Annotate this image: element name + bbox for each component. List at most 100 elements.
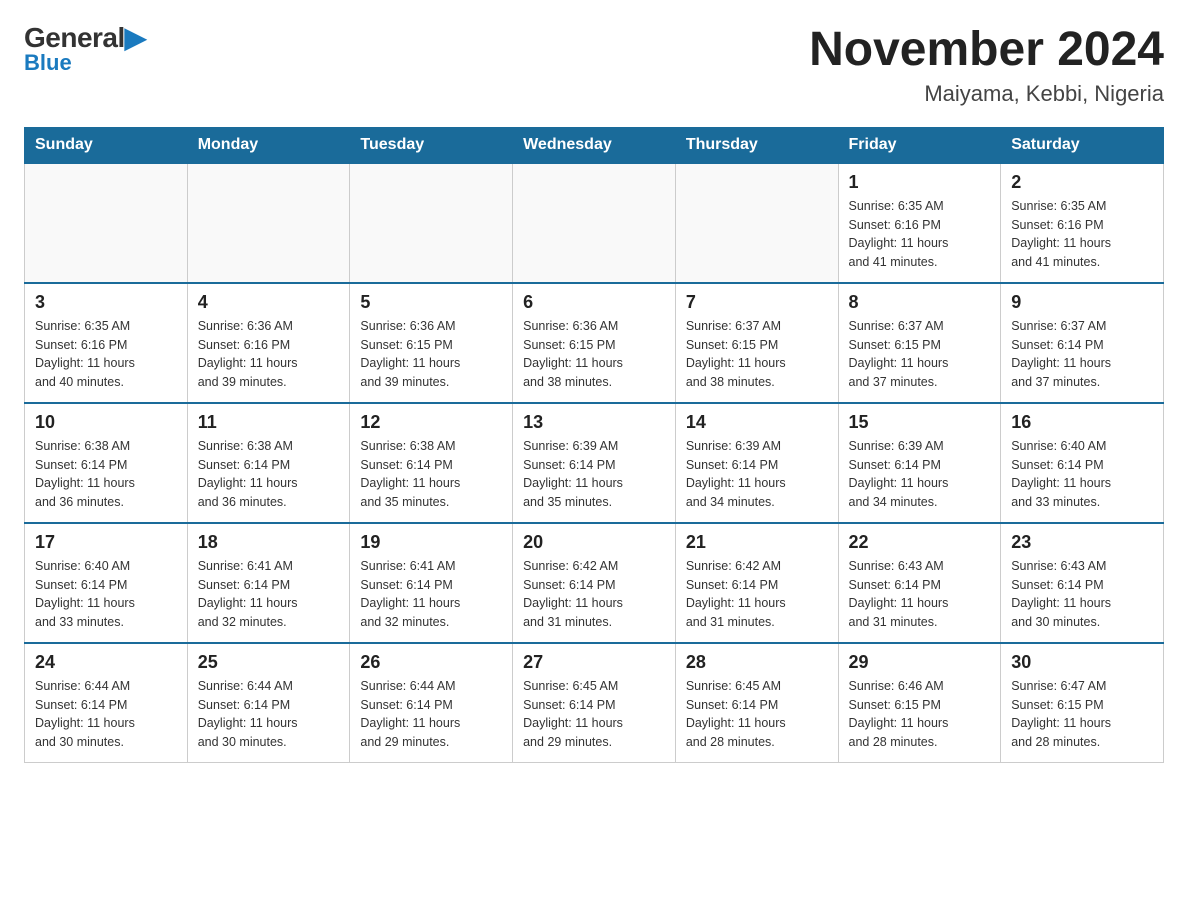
day-number: 20 bbox=[523, 532, 665, 553]
day-info: Sunrise: 6:43 AMSunset: 6:14 PMDaylight:… bbox=[1011, 557, 1153, 632]
day-info: Sunrise: 6:35 AMSunset: 6:16 PMDaylight:… bbox=[849, 197, 991, 272]
day-number: 17 bbox=[35, 532, 177, 553]
logo-general-text: General▶ bbox=[24, 24, 146, 52]
calendar-cell: 29 Sunrise: 6:46 AMSunset: 6:15 PMDayligh… bbox=[838, 643, 1001, 763]
calendar-cell: 4Sunrise: 6:36 AMSunset: 6:16 PMDaylight… bbox=[187, 283, 350, 403]
day-info: Sunrise: 6:38 AMSunset: 6:14 PMDaylight:… bbox=[198, 437, 340, 512]
day-info: Sunrise: 6:39 AMSunset: 6:14 PMDaylight:… bbox=[523, 437, 665, 512]
day-number: 21 bbox=[686, 532, 828, 553]
day-info: Sunrise: 6:39 AMSunset: 6:14 PMDaylight:… bbox=[686, 437, 828, 512]
day-number: 6 bbox=[523, 292, 665, 313]
day-number: 14 bbox=[686, 412, 828, 433]
day-info: Sunrise: 6:44 AMSunset: 6:14 PMDaylight:… bbox=[360, 677, 502, 752]
logo-triangle-icon: ▶ bbox=[125, 22, 146, 53]
day-number: 2 bbox=[1011, 172, 1153, 193]
calendar-cell: 20 Sunrise: 6:42 AMSunset: 6:14 PMDayligh… bbox=[513, 523, 676, 643]
day-info: Sunrise: 6:36 AMSunset: 6:16 PMDaylight:… bbox=[198, 317, 340, 392]
day-number: 23 bbox=[1011, 532, 1153, 553]
page-header: General▶ Blue November 2024 Maiyama, Keb… bbox=[24, 24, 1164, 107]
calendar-cell: 13 Sunrise: 6:39 AMSunset: 6:14 PMDayligh… bbox=[513, 403, 676, 523]
calendar-cell: 11 Sunrise: 6:38 AMSunset: 6:14 PMDayligh… bbox=[187, 403, 350, 523]
calendar-week-row: 17 Sunrise: 6:40 AMSunset: 6:14 PMDayligh… bbox=[25, 523, 1164, 643]
calendar-cell: 1 Sunrise: 6:35 AMSunset: 6:16 PMDaylight… bbox=[838, 163, 1001, 283]
day-info: Sunrise: 6:46 AMSunset: 6:15 PMDaylight:… bbox=[849, 677, 991, 752]
day-info: Sunrise: 6:39 AMSunset: 6:14 PMDaylight:… bbox=[849, 437, 991, 512]
day-number: 10 bbox=[35, 412, 177, 433]
calendar-cell bbox=[187, 163, 350, 283]
calendar-cell: 18 Sunrise: 6:41 AMSunset: 6:14 PMDayligh… bbox=[187, 523, 350, 643]
calendar-cell: 2 Sunrise: 6:35 AMSunset: 6:16 PMDaylight… bbox=[1001, 163, 1164, 283]
calendar-week-row: 1 Sunrise: 6:35 AMSunset: 6:16 PMDaylight… bbox=[25, 163, 1164, 283]
day-header-friday: Friday bbox=[838, 127, 1001, 163]
day-info: Sunrise: 6:47 AMSunset: 6:15 PMDaylight:… bbox=[1011, 677, 1153, 752]
day-info: Sunrise: 6:44 AMSunset: 6:14 PMDaylight:… bbox=[198, 677, 340, 752]
calendar-cell: 24Sunrise: 6:44 AMSunset: 6:14 PMDayligh… bbox=[25, 643, 188, 763]
logo: General▶ Blue bbox=[24, 24, 146, 76]
calendar-cell: 7Sunrise: 6:37 AMSunset: 6:15 PMDaylight… bbox=[675, 283, 838, 403]
calendar-header-row: SundayMondayTuesdayWednesdayThursdayFrid… bbox=[25, 127, 1164, 163]
day-number: 16 bbox=[1011, 412, 1153, 433]
day-info: Sunrise: 6:36 AMSunset: 6:15 PMDaylight:… bbox=[523, 317, 665, 392]
day-number: 19 bbox=[360, 532, 502, 553]
calendar-cell: 8 Sunrise: 6:37 AMSunset: 6:15 PMDaylight… bbox=[838, 283, 1001, 403]
calendar-title: November 2024 bbox=[809, 24, 1164, 77]
day-number: 3 bbox=[35, 292, 177, 313]
day-info: Sunrise: 6:44 AMSunset: 6:14 PMDaylight:… bbox=[35, 677, 177, 752]
day-number: 8 bbox=[849, 292, 991, 313]
day-info: Sunrise: 6:42 AMSunset: 6:14 PMDaylight:… bbox=[686, 557, 828, 632]
calendar-week-row: 24Sunrise: 6:44 AMSunset: 6:14 PMDayligh… bbox=[25, 643, 1164, 763]
day-info: Sunrise: 6:37 AMSunset: 6:15 PMDaylight:… bbox=[849, 317, 991, 392]
day-number: 13 bbox=[523, 412, 665, 433]
calendar-table: SundayMondayTuesdayWednesdayThursdayFrid… bbox=[24, 127, 1164, 764]
day-info: Sunrise: 6:42 AMSunset: 6:14 PMDaylight:… bbox=[523, 557, 665, 632]
calendar-week-row: 10 Sunrise: 6:38 AMSunset: 6:14 PMDayligh… bbox=[25, 403, 1164, 523]
day-number: 11 bbox=[198, 412, 340, 433]
calendar-cell: 22Sunrise: 6:43 AMSunset: 6:14 PMDayligh… bbox=[838, 523, 1001, 643]
calendar-cell: 21 Sunrise: 6:42 AMSunset: 6:14 PMDayligh… bbox=[675, 523, 838, 643]
day-info: Sunrise: 6:45 AMSunset: 6:14 PMDaylight:… bbox=[686, 677, 828, 752]
day-number: 5 bbox=[360, 292, 502, 313]
calendar-cell: 10 Sunrise: 6:38 AMSunset: 6:14 PMDayligh… bbox=[25, 403, 188, 523]
calendar-cell: 6 Sunrise: 6:36 AMSunset: 6:15 PMDaylight… bbox=[513, 283, 676, 403]
calendar-cell bbox=[25, 163, 188, 283]
day-info: Sunrise: 6:37 AMSunset: 6:14 PMDaylight:… bbox=[1011, 317, 1153, 392]
day-number: 1 bbox=[849, 172, 991, 193]
calendar-cell: 27Sunrise: 6:45 AMSunset: 6:14 PMDayligh… bbox=[513, 643, 676, 763]
calendar-cell: 26 Sunrise: 6:44 AMSunset: 6:14 PMDayligh… bbox=[350, 643, 513, 763]
day-info: Sunrise: 6:38 AMSunset: 6:14 PMDaylight:… bbox=[35, 437, 177, 512]
calendar-cell: 9 Sunrise: 6:37 AMSunset: 6:14 PMDaylight… bbox=[1001, 283, 1164, 403]
day-number: 29 bbox=[849, 652, 991, 673]
day-info: Sunrise: 6:38 AMSunset: 6:14 PMDaylight:… bbox=[360, 437, 502, 512]
calendar-cell: 19 Sunrise: 6:41 AMSunset: 6:14 PMDayligh… bbox=[350, 523, 513, 643]
calendar-cell: 15Sunrise: 6:39 AMSunset: 6:14 PMDayligh… bbox=[838, 403, 1001, 523]
calendar-cell: 17 Sunrise: 6:40 AMSunset: 6:14 PMDayligh… bbox=[25, 523, 188, 643]
day-info: Sunrise: 6:36 AMSunset: 6:15 PMDaylight:… bbox=[360, 317, 502, 392]
day-info: Sunrise: 6:40 AMSunset: 6:14 PMDaylight:… bbox=[35, 557, 177, 632]
day-number: 25 bbox=[198, 652, 340, 673]
day-header-wednesday: Wednesday bbox=[513, 127, 676, 163]
day-number: 27 bbox=[523, 652, 665, 673]
calendar-week-row: 3 Sunrise: 6:35 AMSunset: 6:16 PMDaylight… bbox=[25, 283, 1164, 403]
calendar-cell bbox=[675, 163, 838, 283]
day-info: Sunrise: 6:41 AMSunset: 6:14 PMDaylight:… bbox=[360, 557, 502, 632]
day-number: 30 bbox=[1011, 652, 1153, 673]
calendar-cell: 25 Sunrise: 6:44 AMSunset: 6:14 PMDayligh… bbox=[187, 643, 350, 763]
day-header-thursday: Thursday bbox=[675, 127, 838, 163]
day-number: 18 bbox=[198, 532, 340, 553]
calendar-cell: 3 Sunrise: 6:35 AMSunset: 6:16 PMDaylight… bbox=[25, 283, 188, 403]
calendar-cell: 12Sunrise: 6:38 AMSunset: 6:14 PMDayligh… bbox=[350, 403, 513, 523]
day-info: Sunrise: 6:41 AMSunset: 6:14 PMDaylight:… bbox=[198, 557, 340, 632]
calendar-cell bbox=[350, 163, 513, 283]
calendar-cell: 16Sunrise: 6:40 AMSunset: 6:14 PMDayligh… bbox=[1001, 403, 1164, 523]
day-number: 28 bbox=[686, 652, 828, 673]
day-info: Sunrise: 6:35 AMSunset: 6:16 PMDaylight:… bbox=[1011, 197, 1153, 272]
calendar-cell bbox=[513, 163, 676, 283]
calendar-subtitle: Maiyama, Kebbi, Nigeria bbox=[809, 81, 1164, 107]
calendar-cell: 23 Sunrise: 6:43 AMSunset: 6:14 PMDayligh… bbox=[1001, 523, 1164, 643]
day-header-saturday: Saturday bbox=[1001, 127, 1164, 163]
day-header-sunday: Sunday bbox=[25, 127, 188, 163]
day-number: 9 bbox=[1011, 292, 1153, 313]
day-info: Sunrise: 6:37 AMSunset: 6:15 PMDaylight:… bbox=[686, 317, 828, 392]
day-info: Sunrise: 6:35 AMSunset: 6:16 PMDaylight:… bbox=[35, 317, 177, 392]
day-number: 26 bbox=[360, 652, 502, 673]
